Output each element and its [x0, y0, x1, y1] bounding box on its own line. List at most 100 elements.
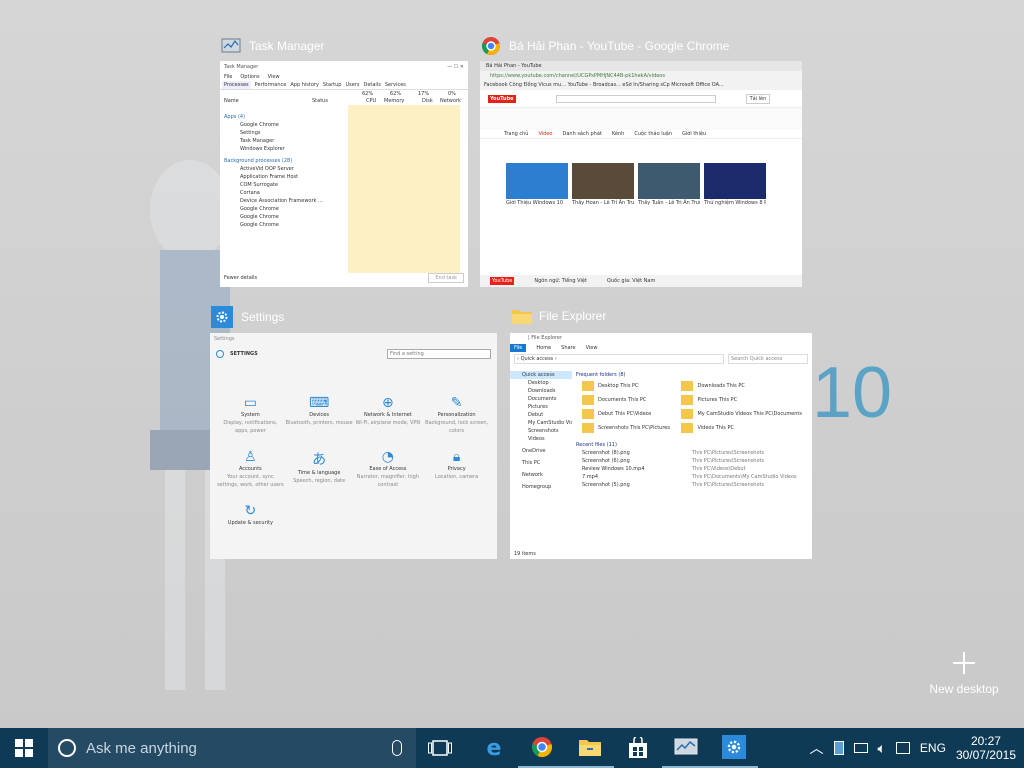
wallpaper-windows10-text: 10 — [812, 353, 893, 433]
tm-row: Task Manager — [240, 138, 275, 144]
network-icon[interactable] — [853, 743, 868, 753]
chevron-up-icon[interactable]: ︿ — [810, 738, 824, 758]
tm-row: Windows Explorer — [240, 146, 285, 152]
store-icon — [629, 737, 647, 758]
yt-channel-banner — [480, 108, 802, 130]
settings-gear-icon — [216, 350, 224, 358]
taskbar-chrome[interactable] — [518, 728, 566, 768]
task-manager-icon — [674, 738, 698, 755]
yt-video-grid: Giới Thiệu Windows 10 Thầy Hoan - Lê Trí… — [480, 139, 802, 207]
folder-icon — [582, 409, 594, 419]
taskbar: Ask me anything e ︿ 🔈︎ ENG 20:27 30/07/2… — [0, 728, 1024, 768]
youtube-logo: YouTube — [488, 94, 516, 103]
yt-video: Thầy Hoan - Lê Trí Ân Trường — [572, 163, 634, 207]
settings-thumbnail[interactable]: Settings SETTINGS Find a setting ▭ System… — [210, 333, 497, 559]
yt-header: YouTube Tải lên — [480, 90, 802, 108]
chrome-address: https://www.youtube.com/channel/UCGPsPMH… — [480, 71, 802, 81]
settings-tile: ✎ Personalization Background, lock screen,… — [425, 395, 489, 434]
explorer-nav-pane: Quick access Desktop Downloads Documents… — [510, 371, 572, 491]
taskbar-task-manager[interactable] — [662, 728, 710, 768]
tm-titlebar: Task Manager — ☐ ✕ — [224, 64, 464, 70]
chrome-thumbnail[interactable]: Bá Hải Phan - YouTube https://www.youtub… — [480, 61, 802, 287]
search-placeholder: Ask me anything — [86, 739, 197, 757]
recent-file: Screenshot (5).png This PC\Pictures\Scree… — [582, 482, 765, 488]
edge-icon: e — [486, 735, 502, 761]
folder-item: Desktop This PC — [582, 381, 681, 391]
settings-title[interactable]: Settings — [211, 306, 284, 328]
system-tray: ︿ 🔈︎ ENG 20:27 30/07/2015 — [810, 728, 1024, 768]
folder-icon — [681, 381, 694, 391]
recent-file: Review Windows 10.mp4 This PC\Videos\Debu… — [582, 466, 746, 472]
yt-video: Thầy Tuấn - Lê Tri Ân Trường — [638, 163, 700, 207]
chrome-tab: Bá Hải Phan - YouTube — [480, 61, 802, 71]
cortana-icon — [58, 739, 76, 757]
explorer-ribbon-tabs: File Home Share View — [510, 343, 812, 352]
recent-file: Screenshot (6).png This PC\Pictures\Scree… — [582, 458, 765, 464]
recent-file: 7.mp4 This PC\Documents\My CamStudio Vide… — [582, 474, 797, 480]
folder-icon — [582, 381, 594, 391]
tm-row: Settings — [240, 130, 261, 136]
taskbar-store[interactable] — [614, 728, 662, 768]
cortana-search-box[interactable]: Ask me anything — [48, 728, 416, 768]
recent-file: Screenshot (8).png This PC\Pictures\Scree… — [582, 450, 765, 456]
tm-row: Google Chrome — [240, 122, 279, 128]
folder-icon — [681, 395, 694, 405]
chrome-bookmarks: Facebook Công Đồng Vicus mu... YouTube -… — [480, 81, 802, 90]
settings-title-text: Settings — [241, 310, 285, 324]
taskbar-settings[interactable] — [710, 728, 758, 768]
microphone-icon[interactable] — [392, 740, 402, 756]
clock-time: 20:27 — [970, 734, 1001, 748]
volume-icon[interactable]: 🔈︎ — [878, 740, 886, 757]
settings-tile: ▭ System Display, notifications, apps, pow… — [223, 395, 278, 434]
chrome-icon — [481, 36, 501, 56]
settings-header: SETTINGS Find a setting — [210, 345, 497, 363]
settings-tile: ↻ Update & security — [227, 503, 273, 526]
folder-icon — [511, 306, 532, 326]
chrome-title-text: Bá Hải Phan - YouTube - Google Chrome — [509, 39, 730, 53]
folder-icon — [579, 740, 601, 756]
battery-icon[interactable] — [833, 741, 844, 755]
folder-icon — [681, 423, 694, 433]
clock[interactable]: 20:27 30/07/2015 — [956, 734, 1016, 762]
chrome-downloads-bar: YouTube Ngôn ngữ: Tiếng Việt Quốc gia: Việ… — [480, 275, 802, 287]
taskmanager-title-text: Task Manager — [249, 39, 325, 53]
language-indicator[interactable]: ENG — [920, 741, 946, 755]
folder-item: Downloads This PC — [681, 381, 802, 391]
folder-item: Videos This PC — [681, 423, 802, 433]
task-view-button[interactable] — [416, 728, 464, 768]
folder-icon — [582, 423, 594, 433]
folder-icon — [681, 409, 694, 419]
folder-item: Documents This PC — [582, 395, 681, 405]
explorer-thumbnail[interactable]: | File Explorer File Home Share View › Quic… — [510, 333, 812, 559]
settings-tile: あ Time & language Speech, region, date — [293, 452, 346, 484]
start-button[interactable] — [0, 728, 48, 768]
taskmanager-thumbnail[interactable]: Task Manager — ☐ ✕ File Options View Proces… — [220, 61, 468, 287]
taskmanager-title[interactable]: Task Manager — [221, 36, 324, 56]
task-manager-icon — [221, 36, 241, 56]
action-center-icon[interactable] — [895, 742, 910, 754]
folder-item: Debut This PC\Videos — [582, 409, 681, 419]
settings-grid: ▭ System Display, notifications, apps, pow… — [210, 363, 497, 527]
windows-logo-icon — [15, 739, 33, 757]
yt-video: Giới Thiệu Windows 10 — [506, 163, 568, 207]
chrome-title[interactable]: Bá Hải Phan - YouTube - Google Chrome — [481, 36, 729, 56]
new-desktop-label: New desktop — [929, 682, 999, 696]
tm-footer: Fewer details End task — [224, 273, 464, 283]
gear-icon — [722, 735, 746, 759]
new-desktop-button[interactable]: New desktop — [929, 652, 999, 696]
explorer-addressbar: › Quick access › Search Quick access — [510, 352, 812, 366]
clock-date: 30/07/2015 — [955, 748, 1016, 762]
explorer-title[interactable]: File Explorer — [511, 306, 606, 326]
yt-channel-tabs: Trang chủ Video Danh sách phát Kênh Cuộc thả… — [480, 130, 802, 139]
folder-item: My CamStudio Videos This PC\Documents — [681, 409, 802, 419]
taskbar-file-explorer[interactable] — [566, 728, 614, 768]
tm-menu: File Options View — [224, 74, 280, 80]
tm-tabs: Processes Performance App history Startup Us… — [220, 81, 468, 90]
settings-tile: ♙ Accounts Your account, sync settings, wo… — [216, 449, 284, 488]
task-view-icon — [428, 740, 452, 756]
plus-icon — [953, 652, 975, 674]
taskbar-edge[interactable]: e — [470, 728, 518, 768]
explorer-title-text: File Explorer — [539, 309, 607, 323]
chrome-icon — [532, 737, 552, 758]
yt-search-box — [555, 94, 716, 103]
